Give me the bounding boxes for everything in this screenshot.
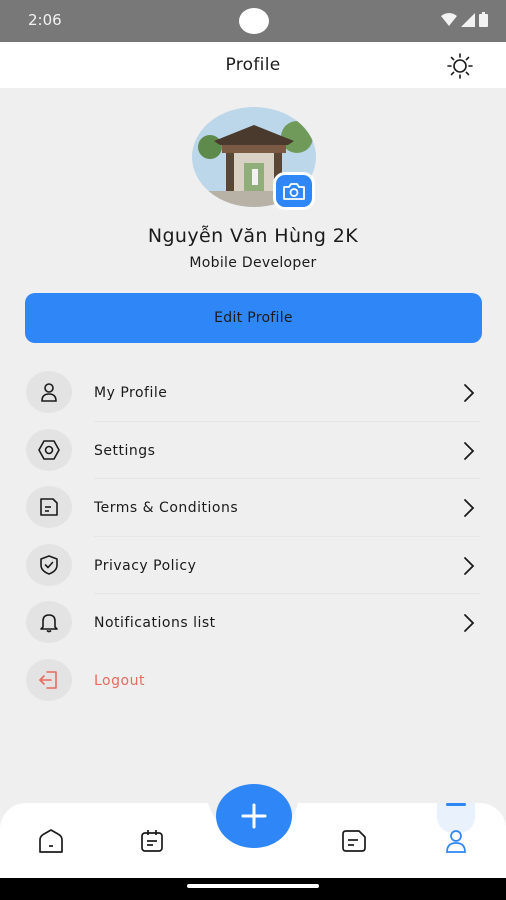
- edit-profile-button[interactable]: Edit Profile: [25, 293, 482, 343]
- active-nav-indicator-bar: [446, 803, 466, 806]
- profile-icon: [446, 830, 466, 853]
- page-title: Profile: [225, 55, 281, 75]
- gesture-bar: [0, 878, 506, 900]
- chevron-right-icon: [464, 441, 475, 460]
- document-icon: [26, 486, 72, 528]
- notes-icon: [342, 830, 366, 852]
- status-bar: 2:06: [0, 0, 506, 42]
- nav-notes-button[interactable]: [339, 826, 369, 856]
- nav-profile-button[interactable]: [441, 826, 471, 856]
- status-icons: [441, 12, 488, 27]
- menu-item-privacy-policy[interactable]: Privacy Policy: [0, 537, 506, 594]
- nav-calendar-button[interactable]: [137, 826, 167, 856]
- menu-item-terms[interactable]: Terms & Conditions: [0, 479, 506, 537]
- battery-icon: [479, 12, 488, 27]
- chevron-right-icon: [464, 499, 475, 517]
- menu-item-label: Terms & Conditions: [94, 500, 239, 516]
- chevron-right-icon: [464, 614, 475, 632]
- add-icon: [241, 803, 267, 829]
- user-icon: [26, 371, 72, 413]
- profile-menu: My Profile Settings Terms & Conditions P…: [0, 364, 506, 709]
- menu-item-label: My Profile: [94, 385, 168, 401]
- profile-role: Mobile Developer: [189, 255, 317, 271]
- calendar-icon: [141, 830, 163, 852]
- chevron-right-icon: [464, 556, 475, 575]
- camera-icon: [283, 183, 305, 200]
- menu-item-settings[interactable]: Settings: [0, 422, 506, 479]
- shield-icon: [26, 543, 72, 586]
- menu-item-logout[interactable]: Logout: [0, 652, 506, 710]
- menu-item-label: Settings: [94, 442, 156, 459]
- add-button[interactable]: [216, 784, 292, 848]
- menu-item-label: Notifications list: [94, 615, 216, 631]
- signal-icon: [461, 12, 475, 27]
- home-gesture-handle[interactable]: [187, 884, 319, 888]
- home-icon: [39, 829, 63, 853]
- menu-item-notifications[interactable]: Notifications list: [0, 594, 506, 652]
- bell-icon: [26, 601, 72, 643]
- chevron-right-icon: [464, 384, 475, 402]
- sun-icon: [447, 53, 473, 79]
- profile-name: Nguyễn Văn Hùng 2K: [147, 225, 359, 247]
- wifi-icon: [441, 12, 457, 26]
- logout-icon: [26, 658, 72, 701]
- menu-item-my-profile[interactable]: My Profile: [0, 364, 506, 422]
- camera-cutout: [239, 8, 269, 34]
- nav-home-button[interactable]: [36, 826, 66, 856]
- theme-toggle-button[interactable]: [446, 52, 474, 80]
- app-bar: Profile: [0, 42, 506, 88]
- menu-item-label: Logout: [94, 672, 145, 689]
- gear-icon: [26, 428, 72, 471]
- change-photo-button[interactable]: [273, 172, 315, 210]
- menu-item-label: Privacy Policy: [94, 557, 197, 574]
- status-time: 2:06: [28, 11, 62, 29]
